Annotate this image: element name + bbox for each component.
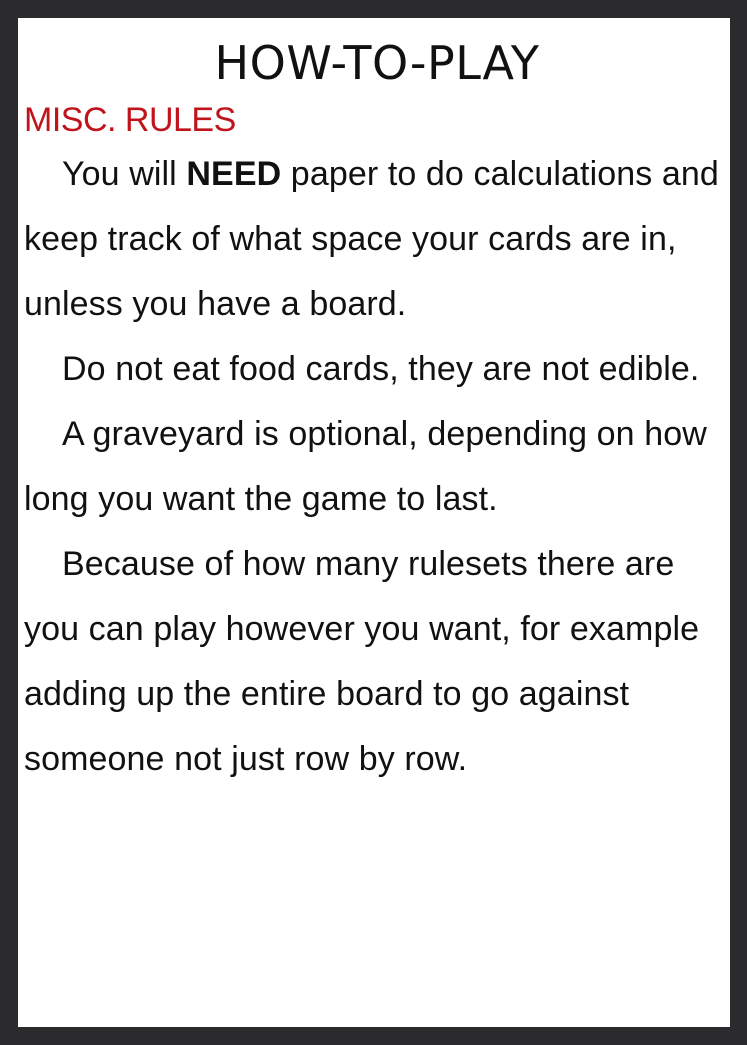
rule-paragraph-rulesets: Because of how many rulesets there are y… <box>24 545 700 778</box>
section-heading: MISC. RULES <box>24 101 236 139</box>
rules-body: You will NEED paper to do calculations a… <box>24 142 730 792</box>
emphasis-need: NEED <box>186 155 282 193</box>
rule-paragraph-graveyard: A graveyard is optional, depending on ho… <box>24 415 707 518</box>
rule-paragraph-food-cards: Do not eat food cards, they are not edib… <box>62 350 700 388</box>
rule-paragraph-paper: You will NEED paper to do calculations a… <box>24 142 730 337</box>
paragraph-text: You will <box>62 155 187 193</box>
rules-page: HOW-TO-PLAY MISC. RULES You will NEED pa… <box>18 18 730 1027</box>
page-title: HOW-TO-PLAY <box>214 36 540 90</box>
